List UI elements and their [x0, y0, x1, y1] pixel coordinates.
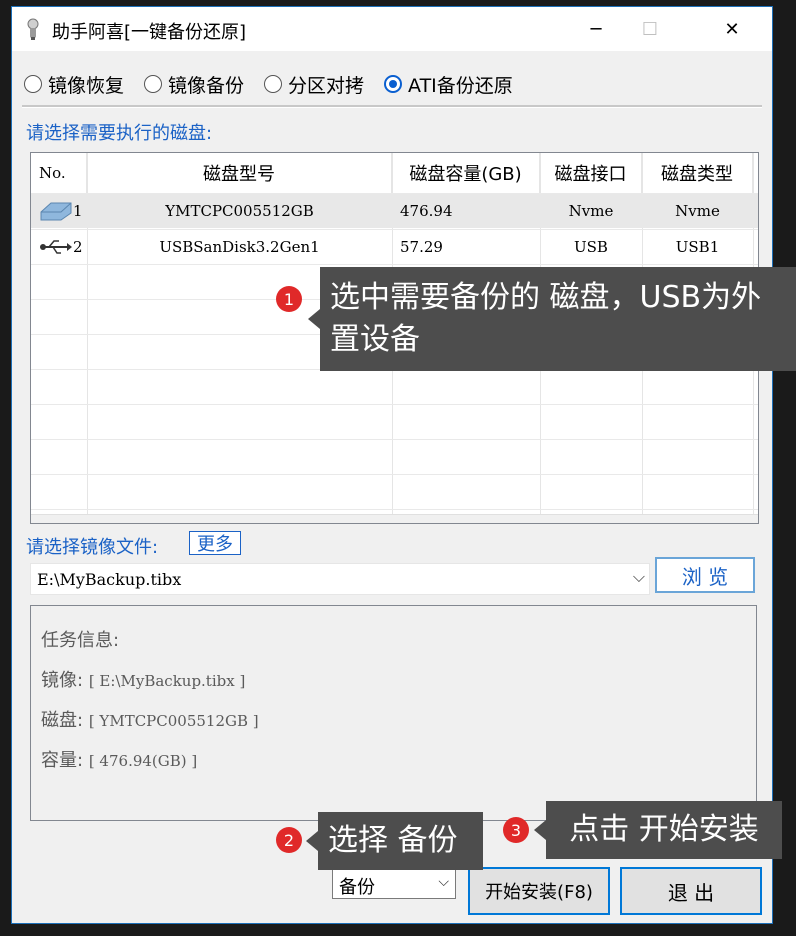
annotation-badge-1: 1	[276, 286, 302, 312]
operation-select[interactable]: 备份 ⌵	[332, 869, 456, 899]
radio-circle-icon[interactable]	[384, 75, 403, 93]
table-row[interactable]: 2 USBSanDisk3.2Gen1 57.29 USB USB1	[31, 229, 758, 264]
start-install-button[interactable]: 开始安装(F8)	[468, 867, 610, 915]
minimize-button[interactable]: ─	[570, 7, 622, 51]
radio-label: 镜像恢复	[48, 74, 125, 97]
chevron-down-icon[interactable]: ⌵	[438, 874, 449, 890]
maximize-button[interactable]: ☐	[624, 7, 676, 51]
row-interface: USB	[574, 237, 608, 256]
row-number: 2	[73, 237, 83, 256]
annotation-badge-3: 3	[503, 817, 529, 843]
annotation-badge-2: 2	[276, 827, 302, 853]
row-type: USB1	[675, 237, 720, 256]
task-info-heading: 任务信息:	[41, 630, 120, 651]
annotation-callout-3: 点击 开始安装	[534, 801, 782, 859]
close-button[interactable]: ✕	[706, 7, 758, 51]
row-type: Nvme	[675, 201, 720, 220]
column-header-interface[interactable]: 磁盘接口	[540, 153, 642, 193]
task-info-disk: 磁盘: [ YMTCPC005512GB ]	[41, 710, 259, 731]
row-interface: Nvme	[568, 201, 614, 220]
window-title: 助手阿喜[一键备份还原]	[52, 22, 247, 43]
task-info-capacity: 容量: [ 476.94(GB) ]	[41, 750, 198, 771]
column-header-type[interactable]: 磁盘类型	[642, 153, 753, 193]
radio-label: ATI备份还原	[408, 74, 513, 97]
browse-button[interactable]: 浏 览	[655, 557, 755, 593]
app-window: 助手阿喜[一键备份还原] ─ ☐ ✕ 镜像恢复 镜像备份 分区对拷 ATI备份还…	[11, 6, 773, 924]
row-size: 476.94	[400, 201, 453, 220]
column-header-no[interactable]: No.	[31, 153, 87, 193]
app-icon	[27, 18, 39, 40]
operation-value: 备份	[339, 877, 375, 898]
column-header-model[interactable]: 磁盘型号	[87, 153, 392, 193]
divider	[22, 105, 762, 108]
image-path-combobox[interactable]: E:\MyBackup.tibx ⌵	[30, 563, 650, 595]
radio-partition-copy[interactable]: 分区对拷	[264, 71, 364, 98]
row-no-cell: 1	[31, 193, 87, 228]
chevron-down-icon[interactable]: ⌵	[633, 567, 645, 587]
exit-button[interactable]: 退 出	[620, 867, 762, 915]
radio-image-restore[interactable]: 镜像恢复	[24, 71, 124, 98]
row-model: USBSanDisk3.2Gen1	[159, 237, 320, 256]
disk-section-label: 请选择需要执行的磁盘:	[26, 123, 213, 144]
table-row[interactable]: 1 YMTCPC005512GB 476.94 Nvme Nvme	[31, 193, 758, 228]
annotation-callout-1: 选中需要备份的 磁盘，USB为外置设备	[308, 267, 796, 371]
row-model: YMTCPC005512GB	[165, 201, 314, 220]
radio-ati-backup-restore[interactable]: ATI备份还原	[384, 71, 513, 98]
usb-icon	[40, 239, 72, 254]
radio-circle-icon[interactable]	[24, 75, 42, 93]
task-info-image: 镜像: [ E:\MyBackup.tibx ]	[41, 670, 246, 691]
radio-circle-icon[interactable]	[264, 75, 283, 93]
horizontal-scrollbar[interactable]	[31, 514, 758, 523]
image-section-label: 请选择镜像文件:	[26, 537, 159, 558]
row-size: 57.29	[400, 237, 443, 256]
radio-label: 分区对拷	[288, 74, 365, 97]
annotation-callout-2: 选择 备份	[306, 812, 483, 870]
row-number: 1	[73, 201, 83, 220]
radio-image-backup[interactable]: 镜像备份	[144, 71, 244, 98]
image-path-value: E:\MyBackup.tibx	[37, 570, 182, 589]
radio-label: 镜像备份	[168, 74, 245, 97]
mode-radio-group: 镜像恢复 镜像备份 分区对拷 ATI备份还原	[24, 69, 533, 99]
task-info-panel: 任务信息: 镜像: [ E:\MyBackup.tibx ] 磁盘: [ YMT…	[30, 605, 757, 821]
radio-circle-icon[interactable]	[144, 75, 163, 93]
more-button[interactable]: 更多	[189, 531, 241, 555]
title-bar: 助手阿喜[一键备份还原] ─ ☐ ✕	[12, 7, 772, 51]
hdd-icon	[40, 202, 72, 220]
column-header-size[interactable]: 磁盘容量(GB)	[392, 153, 540, 193]
row-no-cell: 2	[31, 229, 87, 264]
